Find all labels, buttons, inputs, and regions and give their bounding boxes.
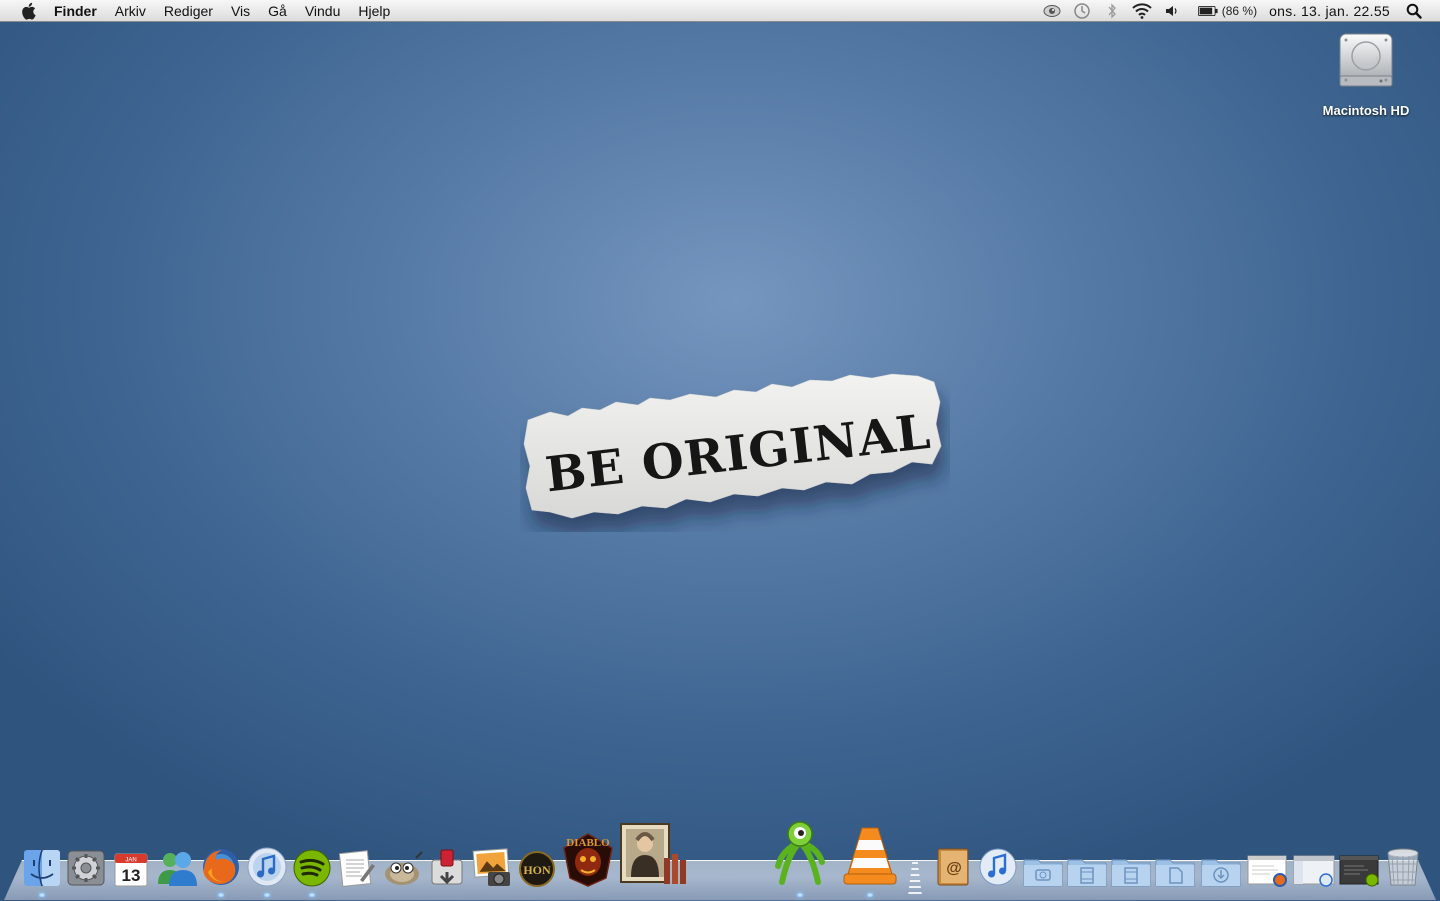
dock-adium[interactable] xyxy=(772,820,828,888)
vlc-cone-icon xyxy=(843,827,897,885)
firefox-icon xyxy=(203,849,239,885)
dock-installer-app[interactable] xyxy=(426,846,468,888)
trash-icon xyxy=(1387,848,1419,886)
film-folder-icon xyxy=(1111,859,1151,887)
macintosh-hd-drive[interactable]: Macintosh HD xyxy=(1322,30,1410,118)
dock-diablo[interactable]: DIABLO xyxy=(560,828,616,888)
battery-percentage: (86 %) xyxy=(1221,4,1258,18)
dock-movies-folder[interactable] xyxy=(1066,852,1108,888)
documents-folder-icon xyxy=(1155,859,1195,887)
dock-address-book[interactable]: @ xyxy=(934,846,972,888)
running-indicator-itunes xyxy=(264,893,270,897)
dock-strategy-game[interactable] xyxy=(618,822,688,888)
apple-menu-icon[interactable] xyxy=(18,1,38,21)
menu-rediger[interactable]: Rediger xyxy=(164,0,213,22)
menu-hjelp[interactable]: Hjelp xyxy=(358,0,390,22)
running-indicator-vlc xyxy=(867,893,873,897)
eye-status-icon[interactable] xyxy=(1042,1,1062,21)
textedit-document-icon xyxy=(338,850,375,888)
dock-itunes[interactable] xyxy=(246,846,288,888)
dock-messenger[interactable] xyxy=(156,848,198,888)
dock-spotify[interactable] xyxy=(292,848,332,888)
running-indicator-spotify xyxy=(309,893,315,897)
spotify-icon xyxy=(293,849,331,887)
calendar-month: JAN xyxy=(125,858,136,864)
dock-videos-folder[interactable] xyxy=(1110,852,1152,888)
dock-heroes-of-newerth[interactable]: HON xyxy=(518,850,556,888)
svg-text:@: @ xyxy=(946,860,962,877)
bluetooth-icon[interactable] xyxy=(1102,1,1122,21)
iphoto-camera-icon xyxy=(472,848,510,886)
dock-minimized-firefox-window[interactable] xyxy=(1246,852,1290,888)
dock-firefox[interactable] xyxy=(200,846,242,888)
portrait-game-icon xyxy=(620,823,686,884)
dock-finder[interactable] xyxy=(22,848,62,888)
downloads-folder-icon xyxy=(1201,859,1241,887)
calendar-icon: JAN 13 xyxy=(114,853,148,887)
menu-arkiv[interactable]: Arkiv xyxy=(115,0,146,22)
volume-icon[interactable] xyxy=(1162,1,1182,21)
menu-vindu[interactable]: Vindu xyxy=(305,0,341,22)
installer-icon xyxy=(431,849,463,885)
running-indicator-firefox xyxy=(218,893,224,897)
hon-game-icon: HON xyxy=(519,851,555,887)
gear-icon xyxy=(67,850,105,886)
hard-drive-icon xyxy=(1339,33,1393,87)
green-alien-icon xyxy=(775,821,825,885)
dock-gimp[interactable] xyxy=(380,848,424,888)
dock-vlc[interactable] xyxy=(842,824,898,888)
music-note-stack-icon xyxy=(979,848,1017,886)
dock-downloads-folder[interactable] xyxy=(1200,852,1242,888)
dock-ical[interactable]: JAN 13 xyxy=(112,848,150,888)
dock-music-stack[interactable] xyxy=(978,846,1018,888)
time-machine-icon[interactable] xyxy=(1072,1,1092,21)
movies-folder-icon xyxy=(1067,859,1107,887)
minimized-window-spotify-icon xyxy=(1339,855,1379,887)
dock-pictures-folder[interactable] xyxy=(1022,852,1064,888)
dock-documents-folder[interactable] xyxy=(1154,852,1196,888)
address-book-icon: @ xyxy=(937,848,969,886)
spotlight-search-icon[interactable] xyxy=(1404,1,1424,21)
itunes-icon xyxy=(247,847,287,887)
menu-finder[interactable]: Finder xyxy=(54,0,97,22)
diablo-game-icon: DIABLO xyxy=(563,833,613,887)
menu-ga[interactable]: Gå xyxy=(268,0,287,22)
dock-textedit[interactable] xyxy=(336,848,376,888)
running-indicator-finder xyxy=(39,893,45,897)
battery-icon[interactable] xyxy=(1197,1,1218,21)
minimized-window-itunes-icon xyxy=(1293,855,1335,887)
dock-trash[interactable] xyxy=(1384,846,1422,888)
running-indicator-adium xyxy=(797,893,803,897)
calendar-day: 13 xyxy=(122,866,141,885)
dock-iphoto[interactable] xyxy=(470,846,514,888)
dock-minimized-spotify-window[interactable] xyxy=(1338,852,1382,888)
dock-minimized-itunes-window[interactable] xyxy=(1292,852,1336,888)
be-original-wallpaper-paper: BE ORIGINAL xyxy=(520,372,950,532)
minimized-window-firefox-icon xyxy=(1247,855,1287,887)
pictures-folder-icon xyxy=(1023,859,1063,887)
diablo-label: DIABLO xyxy=(566,837,610,849)
messenger-buddies-icon xyxy=(158,852,197,886)
macintosh-hd-label: Macintosh HD xyxy=(1322,103,1410,118)
menu-bar: Finder Arkiv Rediger Vis Gå Vindu Hjelp … xyxy=(0,0,1440,22)
dock-system-preferences[interactable] xyxy=(66,848,106,888)
gimp-icon xyxy=(385,851,423,885)
menu-clock[interactable]: ons. 13. jan. 22.55 xyxy=(1269,3,1390,19)
hon-label: HON xyxy=(523,863,551,877)
finder-icon xyxy=(24,849,60,887)
wifi-icon[interactable] xyxy=(1132,1,1152,21)
menu-vis[interactable]: Vis xyxy=(231,0,250,22)
